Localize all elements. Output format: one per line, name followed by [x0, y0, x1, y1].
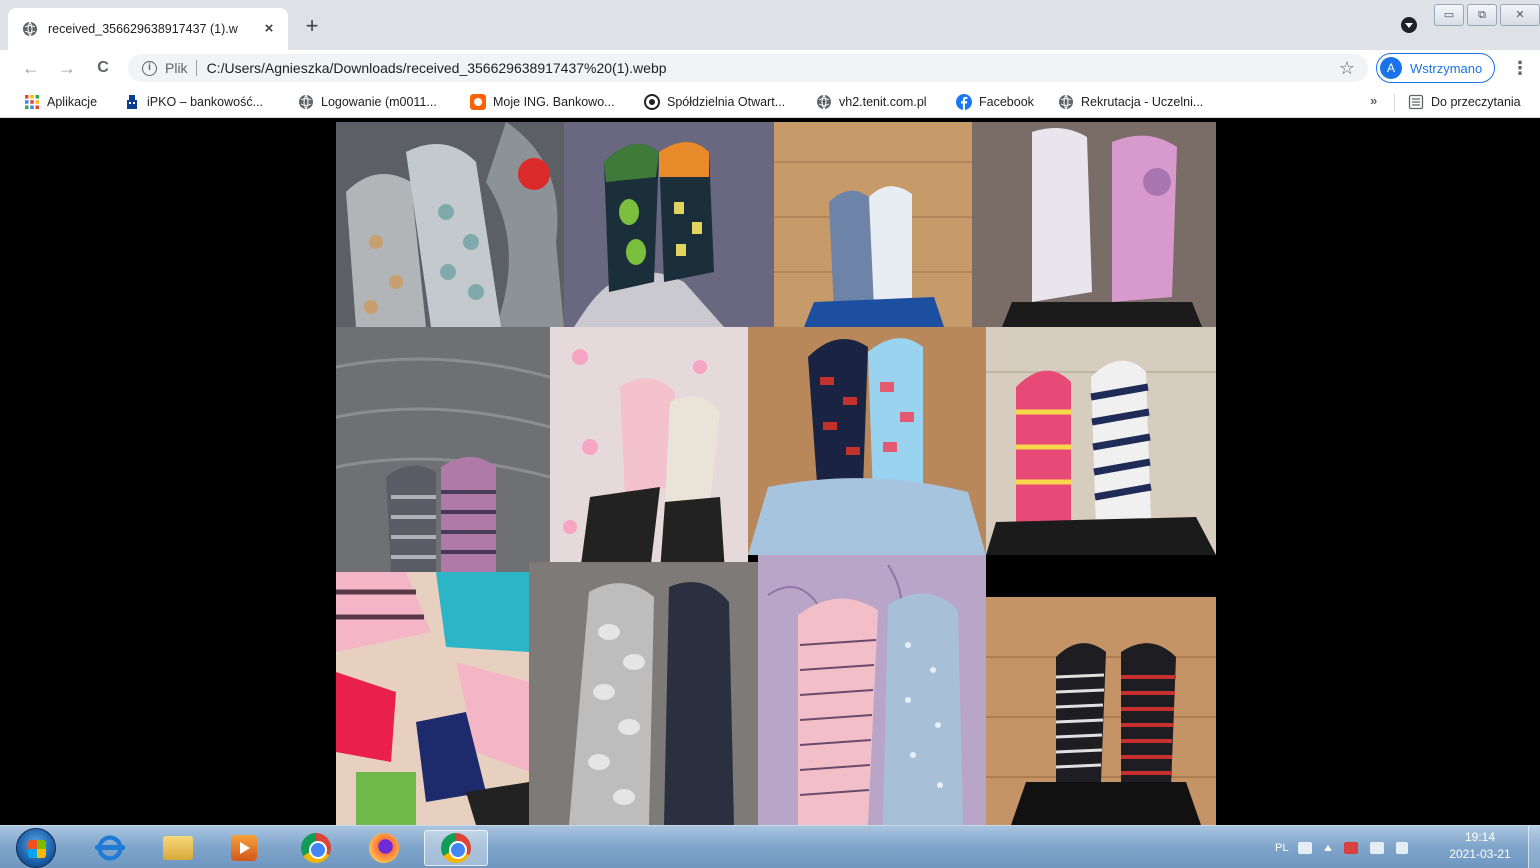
photo-dog-pattern-socks — [748, 327, 986, 555]
bookmarks-overflow-button[interactable]: » — [1370, 93, 1377, 108]
taskbar-internet-explorer[interactable] — [82, 830, 138, 866]
photo-white-pink-socks — [972, 122, 1216, 327]
volume-signal-icon[interactable] — [1396, 841, 1409, 854]
taskbar-media-player[interactable] — [216, 830, 272, 866]
system-tray: PL — [1275, 826, 1420, 868]
photo-pink-face-socks — [550, 327, 748, 572]
bookmark-label: Moje ING. Bankowo... — [493, 95, 615, 109]
globe-icon — [817, 94, 831, 110]
photo-grey-stripe-socks — [336, 327, 550, 572]
media-player-icon — [231, 835, 257, 861]
bookmark-label: iPKO – bankowość... — [147, 95, 264, 109]
recording-indicator-icon[interactable] — [1400, 16, 1418, 34]
windows-taskbar: PL 19:14 2021-03-21 — [0, 825, 1540, 868]
profile-button[interactable]: A Wstrzymano — [1376, 53, 1496, 83]
bookmark-label: Rekrutacja - Uczelni... — [1081, 95, 1204, 109]
bookmarks-bar: Aplikacje iPKO – bankowość... Logowanie … — [0, 86, 1540, 118]
coop-icon — [644, 94, 660, 110]
pko-icon — [127, 95, 137, 109]
window-controls: ▭ ⧉ ✕ — [1434, 4, 1540, 26]
internet-explorer-icon — [95, 833, 125, 863]
photo-black-red-stripe-socks — [986, 597, 1216, 825]
url-text[interactable]: C:/Users/Agnieszka/Downloads/received_35… — [207, 60, 667, 76]
facebook-icon — [956, 94, 972, 110]
start-button[interactable] — [16, 828, 56, 868]
photo-pink-blue-dot-socks — [758, 555, 986, 825]
bookmark-spoldzielnia[interactable]: Spółdzielnia Otwart... — [644, 93, 785, 111]
tab-title: received_356629638917437 (1).w — [48, 22, 238, 36]
bookmark-vh2[interactable]: vh2.tenit.com.pl — [816, 93, 927, 111]
tab-strip: received_356629638917437 (1).w × + ▭ ⧉ ✕ — [0, 0, 1540, 50]
bookmark-label: Spółdzielnia Otwart... — [667, 95, 786, 109]
browser-toolbar: ← → C i Plik C:/Users/Agnieszka/Download… — [0, 50, 1540, 86]
info-icon[interactable]: i — [142, 60, 157, 76]
language-indicator[interactable]: PL — [1275, 842, 1288, 854]
avatar: A — [1380, 57, 1402, 79]
system-clock[interactable]: 19:14 2021-03-21 — [1444, 829, 1516, 863]
minimize-button[interactable]: ▭ — [1434, 4, 1464, 26]
profile-status-label: Wstrzymano — [1410, 60, 1483, 76]
address-separator — [195, 60, 197, 76]
globe-icon — [299, 94, 313, 110]
photo-rainbow-stripe-socks — [986, 327, 1216, 555]
bookmark-ing[interactable]: Moje ING. Bankowo... — [470, 93, 615, 111]
bookmark-label: Logowanie (m0011... — [321, 95, 437, 109]
bookmark-label: Aplikacje — [47, 95, 98, 109]
firefox-icon — [369, 833, 399, 863]
network-icon[interactable] — [1370, 841, 1385, 854]
bookmark-label: Facebook — [979, 95, 1034, 109]
bookmark-rekrutacja[interactable]: Rekrutacja - Uczelni... — [1058, 93, 1203, 111]
bookmark-apps[interactable]: Aplikacje — [24, 93, 97, 111]
back-button[interactable]: ← — [20, 57, 42, 79]
reload-button[interactable]: C — [92, 57, 114, 79]
bookmark-facebook[interactable]: Facebook — [956, 93, 1034, 111]
close-window-button[interactable]: ✕ — [1500, 4, 1540, 26]
clock-date: 2021-03-21 — [1449, 847, 1511, 861]
taskbar-file-explorer[interactable] — [150, 830, 206, 866]
globe-icon — [1059, 94, 1073, 110]
folder-icon — [163, 836, 193, 860]
bookmark-star-icon[interactable]: ☆ — [1336, 57, 1358, 79]
action-center-flag-icon[interactable] — [1344, 841, 1359, 854]
apps-grid-icon — [25, 95, 39, 109]
new-tab-button[interactable]: + — [300, 14, 324, 38]
taskbar-chrome-window[interactable] — [424, 830, 488, 866]
reading-list-button[interactable]: Do przeczytania — [1408, 93, 1521, 111]
bookmark-logowanie[interactable]: Logowanie (m0011... — [298, 93, 437, 111]
bookmark-label: vh2.tenit.com.pl — [839, 95, 927, 109]
show-desktop-button[interactable] — [1528, 826, 1540, 868]
ing-icon — [470, 94, 486, 110]
reading-list-label: Do przeczytania — [1431, 95, 1521, 109]
clock-time: 19:14 — [1464, 830, 1496, 844]
taskbar-chrome[interactable] — [288, 830, 344, 866]
photo-many-colourful-socks — [336, 572, 529, 825]
photo-avocado-socks — [564, 122, 774, 327]
photo-grey-cartoon-socks — [336, 122, 564, 327]
taskbar-firefox[interactable] — [356, 830, 412, 866]
bookmarks-separator — [1394, 94, 1395, 112]
scheme-label: Plik — [165, 60, 188, 76]
photo-blue-white-socks — [774, 122, 972, 327]
socks-collage-image[interactable] — [336, 122, 1216, 825]
forward-button[interactable]: → — [56, 57, 78, 79]
globe-icon — [23, 21, 37, 37]
maximize-button[interactable]: ⧉ — [1467, 4, 1497, 26]
chrome-icon — [301, 833, 331, 863]
show-hidden-icons-icon[interactable] — [1324, 844, 1333, 851]
reading-list-icon — [1408, 94, 1424, 110]
menu-icon[interactable]: ⋮ — [1510, 57, 1530, 79]
keyboard-icon[interactable] — [1298, 841, 1313, 854]
image-viewport — [6, 119, 1540, 825]
chrome-icon — [441, 833, 471, 863]
tab-close-icon[interactable]: × — [260, 20, 278, 38]
photo-grey-navy-socks — [529, 562, 758, 825]
bookmark-ipko[interactable]: iPKO – bankowość... — [124, 93, 263, 111]
browser-tab[interactable]: received_356629638917437 (1).w × — [8, 8, 288, 50]
address-bar[interactable]: i Plik C:/Users/Agnieszka/Downloads/rece… — [128, 54, 1368, 82]
